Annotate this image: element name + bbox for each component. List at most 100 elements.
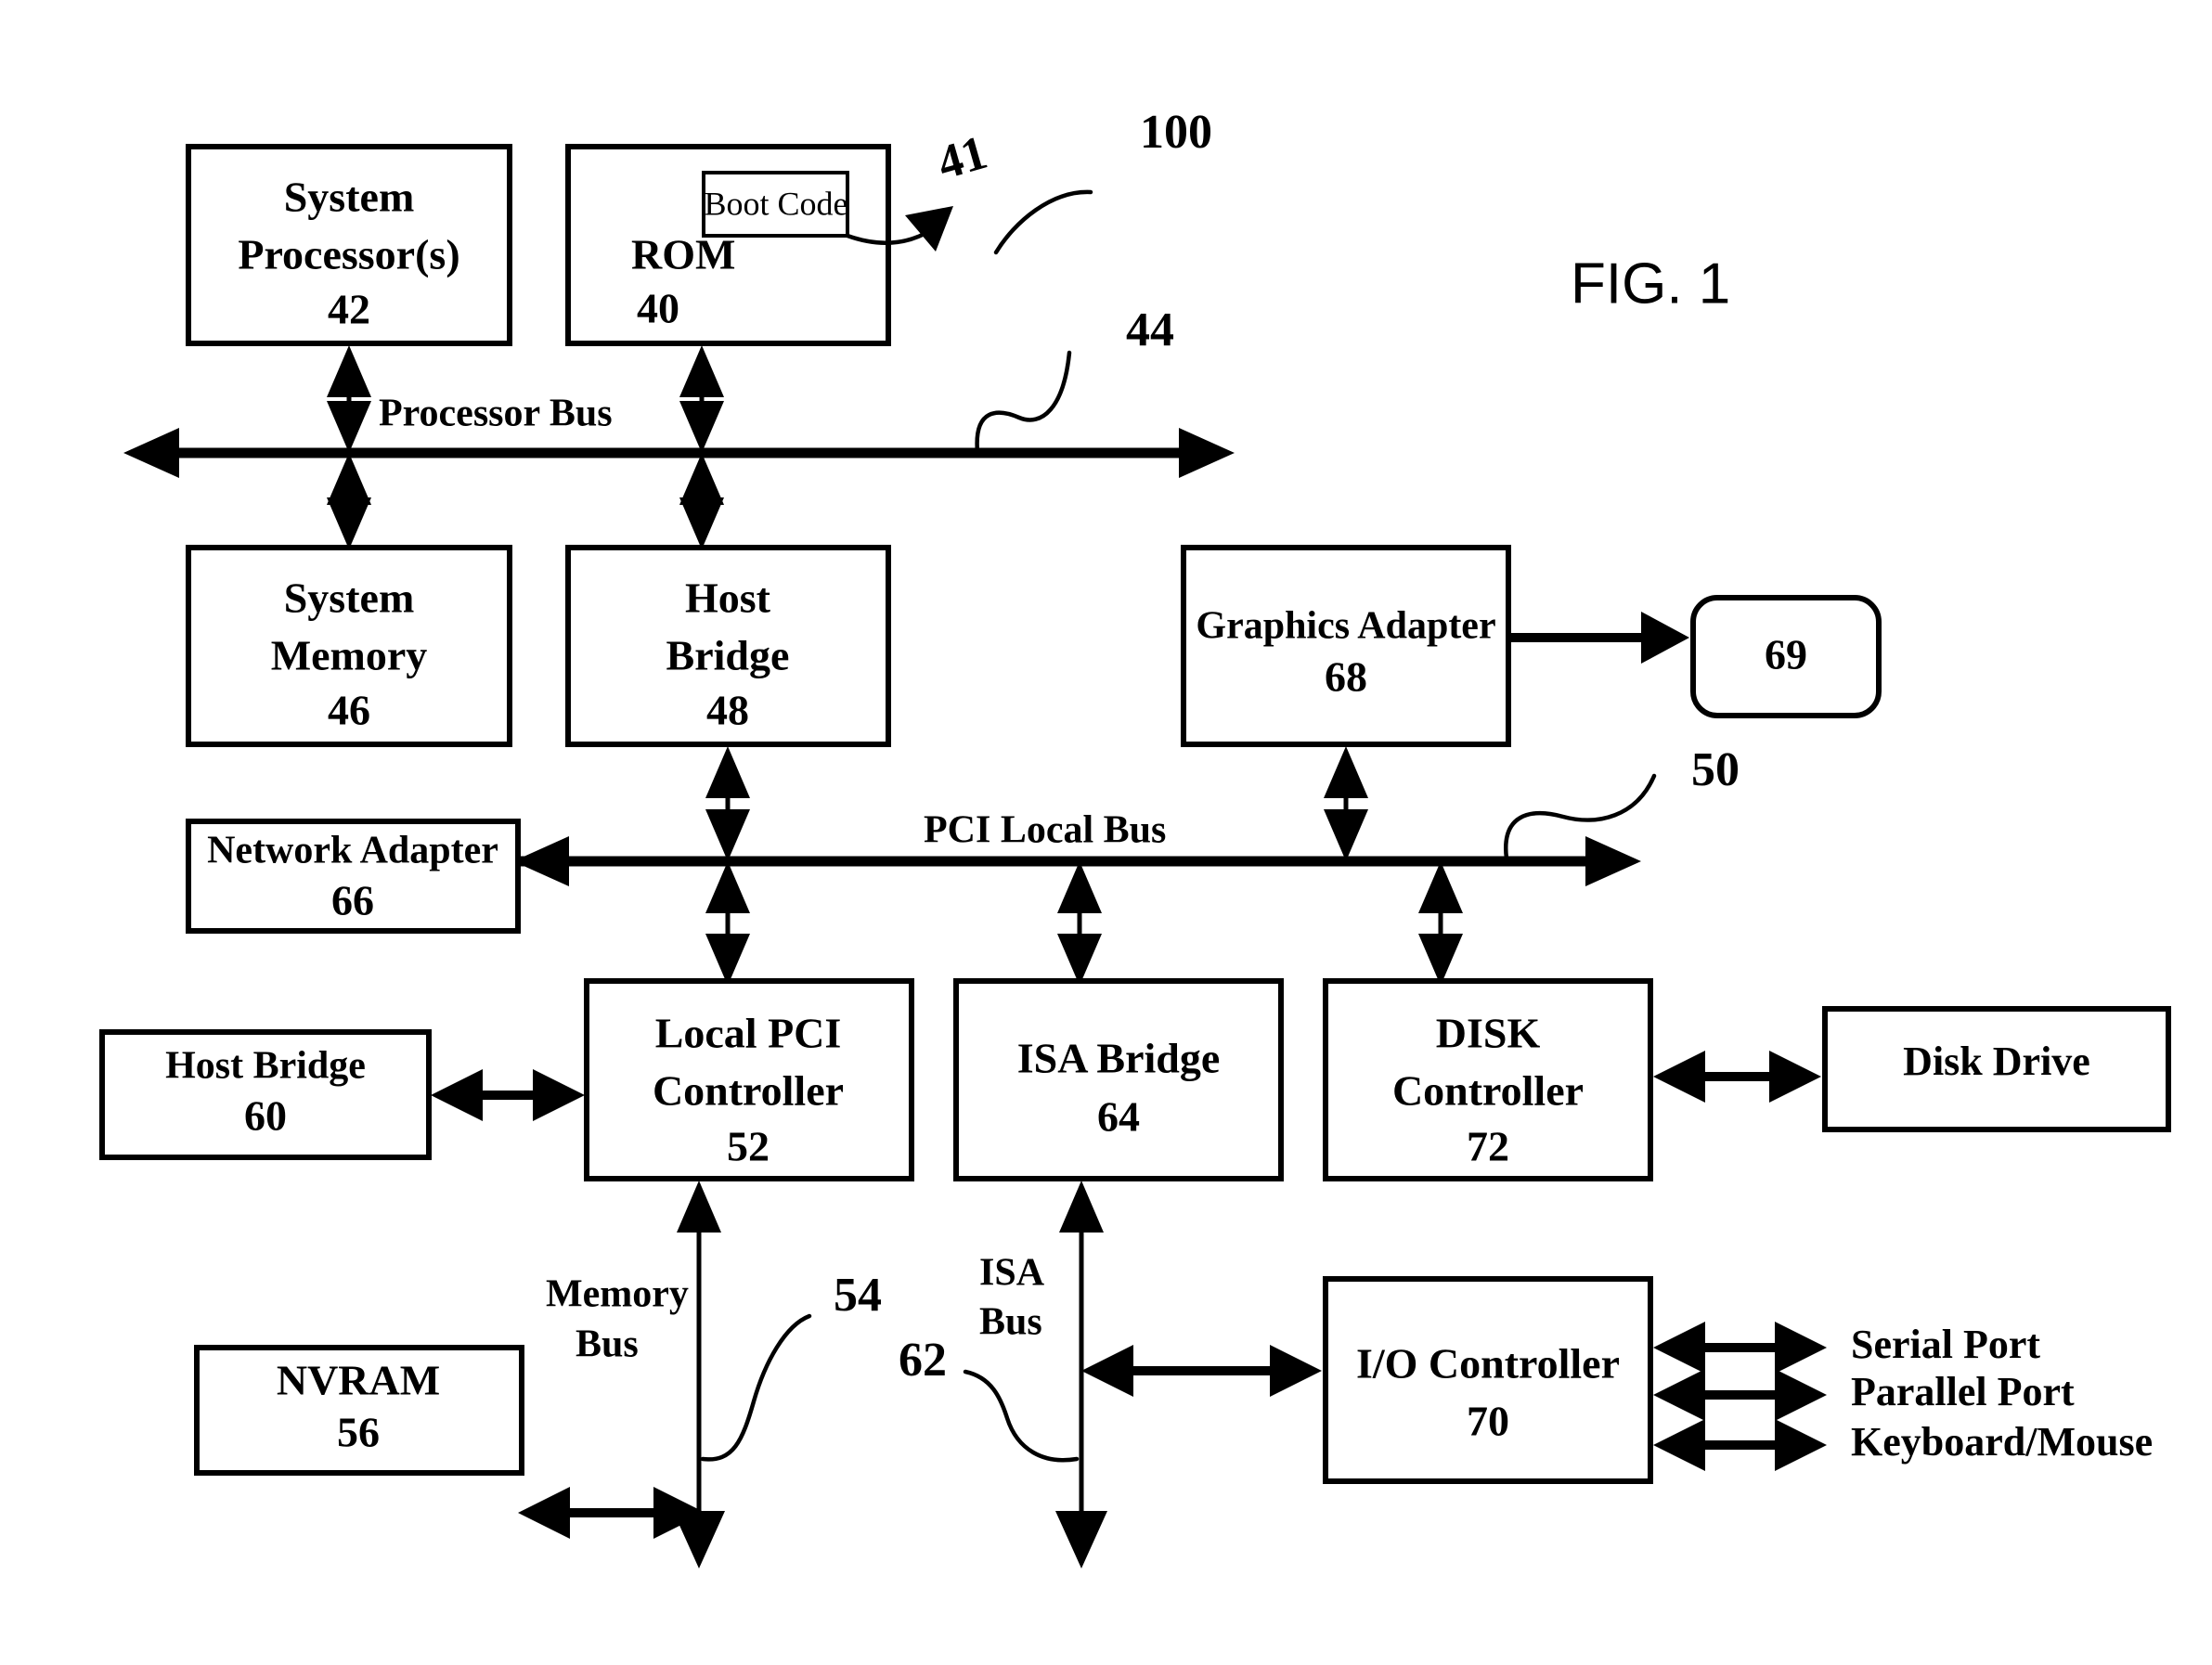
local-pci-controller-line1: Local PCI — [655, 1010, 842, 1057]
box-disk-controller[interactable]: DISK Controller 72 — [1323, 978, 1653, 1181]
serial-port-right-arrow — [1775, 1322, 1827, 1374]
port-connector-parallel — [1653, 1369, 1827, 1421]
graphics-display-arrow — [1641, 612, 1689, 664]
nvram-label: NVRAM — [277, 1357, 440, 1404]
pci-vconn-hostbridge-down — [705, 809, 750, 861]
isa-bus-group: ISA Bus 62 — [899, 1181, 1107, 1568]
system-memory-line1: System — [284, 574, 415, 622]
proc-bus-vconn-3-up — [327, 453, 371, 505]
box-host-bridge-60[interactable]: Host Bridge 60 — [99, 1029, 432, 1160]
isa-bus-down-arrow — [1055, 1511, 1107, 1568]
system-processor-line1: System — [284, 174, 415, 221]
pci-vconn-disk-down — [1418, 934, 1463, 986]
box-network-adapter[interactable]: Network Adapter 66 — [186, 819, 521, 934]
pci-bus-label: PCI Local Bus — [924, 809, 1166, 852]
host-bridge-48-ref: 48 — [706, 687, 749, 734]
figure-caption: FIG. 1 — [1571, 252, 1730, 316]
graphics-to-display-connector — [1508, 612, 1689, 664]
box-graphics-adapter[interactable]: Graphics Adapter 68 — [1181, 545, 1511, 747]
hb60-lpci-left-arrow — [431, 1069, 483, 1121]
host-bridge-60-ref: 60 — [244, 1092, 287, 1140]
pci-vconn-hostbridge-up — [705, 746, 750, 798]
box-display-69[interactable]: 69 — [1690, 595, 1882, 718]
local-pci-controller-ref: 52 — [727, 1123, 770, 1170]
box-isa-bridge[interactable]: ISA Bridge 64 — [953, 978, 1284, 1181]
proc-bus-vconn-4-up — [679, 453, 724, 505]
system-memory-line2: Memory — [271, 632, 428, 679]
patent-figure-1: FIG. 1 100 System Processor(s) 42 ROM 40… — [0, 0, 2212, 1665]
box-system-processor[interactable]: System Processor(s) 42 — [186, 144, 512, 346]
callout-54: 54 — [834, 1269, 882, 1322]
isabus-iocontroller-connector — [1081, 1345, 1322, 1397]
callout-62: 62 — [899, 1334, 947, 1387]
keyboard-mouse-left-arrow — [1653, 1419, 1705, 1471]
box-boot-code[interactable]: Boot Code — [702, 171, 849, 238]
parallel-port-right-arrow — [1775, 1369, 1827, 1421]
box-io-controller[interactable]: I/O Controller 70 — [1323, 1276, 1653, 1484]
callout-41-arrowhead — [905, 206, 953, 252]
system-processor-ref: 42 — [328, 286, 370, 333]
boot-code-label: Boot Code — [704, 185, 847, 222]
pci-bus-right-arrow — [1585, 836, 1641, 886]
memory-bus-up-arrow — [677, 1181, 721, 1233]
box-rom[interactable]: ROM 40 Boot Code — [565, 144, 891, 346]
isa-bus-up-arrow — [1059, 1181, 1104, 1233]
disk-drive-right-arrow — [1769, 1051, 1821, 1103]
callout-50: 50 — [1691, 743, 1740, 796]
processor-bus-left-arrow — [123, 428, 179, 478]
callout-44: 44 — [1126, 303, 1174, 356]
keyboard-mouse-label: Keyboard/Mouse — [1851, 1419, 2153, 1465]
disk-controller-ref: 72 — [1467, 1123, 1509, 1170]
host-bridge-48-line2: Bridge — [666, 632, 790, 679]
pci-vconn-localpci-up — [705, 861, 750, 913]
isa-io-right-arrow — [1270, 1345, 1322, 1397]
system-memory-ref: 46 — [328, 687, 370, 734]
block-diagram-canvas: FIG. 1 100 System Processor(s) 42 ROM 40… — [99, 106, 2171, 1568]
network-adapter-ref: 66 — [331, 877, 374, 924]
proc-bus-vconn-1-down — [327, 401, 371, 453]
hb60-lpci-right-arrow — [533, 1069, 585, 1121]
nvram-ref: 56 — [337, 1409, 380, 1456]
serial-port-label: Serial Port — [1851, 1322, 2040, 1367]
hostbridge60-localpci-connector — [431, 1069, 585, 1121]
disk-drive-label: Disk Drive — [1903, 1039, 2090, 1084]
box-host-bridge-48[interactable]: Host Bridge 48 — [565, 545, 891, 747]
proc-bus-vconn-2-down — [679, 401, 724, 453]
processor-bus-label: Processor Bus — [379, 393, 613, 435]
proc-bus-vconn-2-up — [679, 345, 724, 397]
callout-100: 100 — [1140, 106, 1212, 159]
isa-bridge-label: ISA Bridge — [1017, 1035, 1221, 1082]
memory-bus-label-line2: Bus — [576, 1323, 639, 1366]
box-local-pci-controller[interactable]: Local PCI Controller 52 — [584, 978, 914, 1181]
isa-bus-label-line2: Bus — [979, 1301, 1042, 1344]
disk-controller-drive-connector — [1653, 1051, 1821, 1103]
disk-controller-line1: DISK — [1436, 1010, 1541, 1057]
proc-bus-vconn-3-down — [327, 497, 371, 549]
pci-vconn-isabridge-up — [1057, 861, 1102, 913]
box-system-memory[interactable]: System Memory 46 — [186, 545, 512, 747]
isa-bus-label-line1: ISA — [979, 1252, 1045, 1295]
port-connector-keyboard-mouse — [1653, 1419, 1827, 1471]
keyboard-mouse-right-arrow — [1775, 1419, 1827, 1471]
proc-bus-vconn-1-up — [327, 345, 371, 397]
parallel-port-label: Parallel Port — [1851, 1369, 2075, 1414]
isa-bridge-ref: 64 — [1097, 1093, 1140, 1141]
port-connector-serial — [1653, 1322, 1827, 1374]
network-adapter-label: Network Adapter — [207, 830, 498, 872]
local-pci-controller-line2: Controller — [653, 1067, 844, 1115]
io-controller-ref: 70 — [1467, 1398, 1509, 1445]
host-bridge-60-label: Host Bridge — [165, 1045, 366, 1088]
graphics-adapter-ref: 68 — [1325, 653, 1367, 701]
pci-bus-left-arrow — [513, 836, 569, 886]
rom-ref: 40 — [637, 285, 679, 332]
parallel-port-left-arrow — [1653, 1369, 1705, 1421]
pci-vconn-graphics-down — [1324, 809, 1368, 861]
isa-io-left-arrow — [1081, 1345, 1133, 1397]
disk-drive-left-arrow — [1653, 1051, 1705, 1103]
callout-41: 41 — [932, 126, 993, 190]
box-disk-drive[interactable]: Disk Drive — [1822, 1006, 2171, 1132]
box-nvram[interactable]: NVRAM 56 — [194, 1345, 524, 1476]
rom-label: ROM — [631, 231, 735, 278]
system-processor-line2: Processor(s) — [238, 231, 459, 278]
disk-controller-line2: Controller — [1392, 1067, 1584, 1115]
